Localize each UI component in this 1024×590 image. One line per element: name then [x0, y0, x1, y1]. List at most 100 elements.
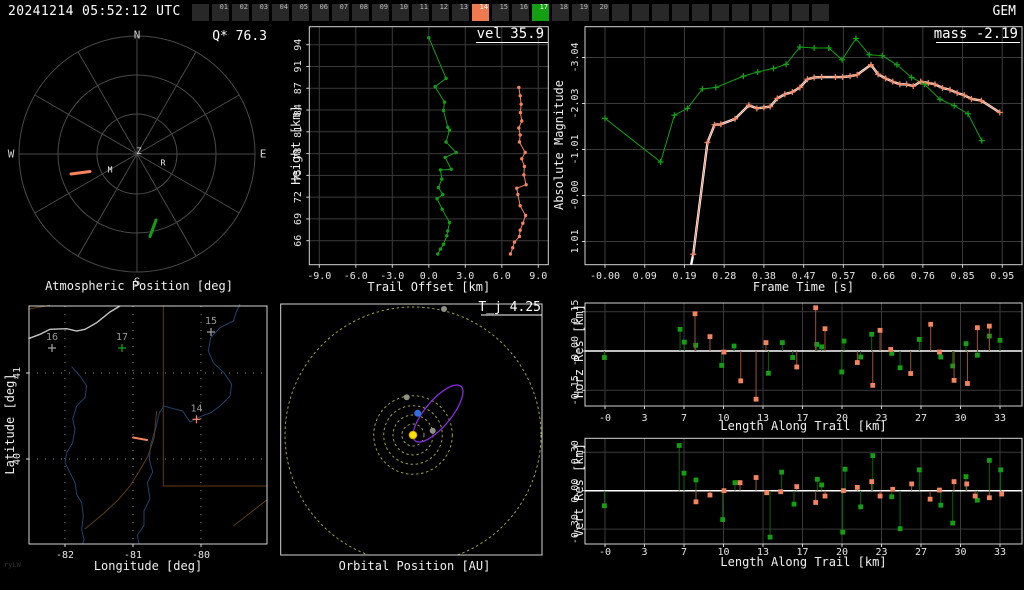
- svg-text:-0.00: -0.00: [590, 271, 620, 282]
- svg-text:0.85: 0.85: [951, 271, 975, 282]
- grid: [582, 26, 1022, 268]
- camera-box-label: 11: [419, 3, 428, 11]
- svg-text:3: 3: [641, 547, 647, 558]
- svg-text:-9.0: -9.0: [307, 271, 331, 282]
- camera-box[interactable]: [712, 4, 729, 21]
- camera-box-17[interactable]: 17: [532, 3, 549, 21]
- svg-text:-0.00: -0.00: [570, 180, 581, 210]
- camera-box[interactable]: [192, 4, 209, 21]
- svg-text:14: 14: [190, 403, 202, 414]
- camera-box[interactable]: [692, 4, 709, 21]
- earth-dot: [414, 409, 422, 417]
- camera-box-label: 16: [519, 3, 528, 11]
- series-fit: [689, 63, 1001, 265]
- svg-text:Trail Offset [km]: Trail Offset [km]: [367, 280, 490, 294]
- camera-box-label: 06: [319, 3, 328, 11]
- camera-box-07[interactable]: 07: [332, 3, 349, 21]
- svg-text:15: 15: [205, 316, 217, 327]
- grid: [582, 438, 1022, 547]
- camera-box-18[interactable]: 18: [552, 3, 569, 21]
- camera-box-03[interactable]: 03: [252, 3, 269, 21]
- svg-text:30: 30: [954, 413, 966, 424]
- camera-box-16[interactable]: 16: [512, 3, 529, 21]
- camera-box-label: 20: [599, 3, 608, 11]
- atmospheric-position-panel: NESW ZMRQ* 76.3Atmospheric Position [deg]: [8, 29, 267, 294]
- station-marker-16: 16: [46, 332, 58, 352]
- camera-box-02[interactable]: 02: [232, 3, 249, 21]
- svg-text:27: 27: [915, 547, 927, 558]
- camera-box-05[interactable]: 05: [292, 3, 309, 21]
- orbit-plot: [284, 306, 542, 555]
- svg-text:N: N: [134, 29, 141, 42]
- camera-box-14[interactable]: 14: [472, 3, 489, 21]
- camera-box-label: 10: [399, 3, 408, 11]
- planet-dot: [429, 427, 436, 434]
- sun-dot: [408, 430, 418, 440]
- camera-box-label: 03: [259, 3, 268, 11]
- camera-box-label: 01: [219, 3, 228, 11]
- camera-box-label: 08: [359, 3, 368, 11]
- camera-box[interactable]: [612, 4, 629, 21]
- camera-box-label: 19: [579, 3, 588, 11]
- camera-box-15[interactable]: 15: [492, 3, 509, 21]
- map-grid: [26, 306, 267, 547]
- track-station-14: [69, 170, 92, 176]
- ground-track-segment: [132, 436, 148, 441]
- camera-box[interactable]: [792, 4, 809, 21]
- track-station-17: [148, 218, 158, 238]
- svg-text:27: 27: [915, 413, 927, 424]
- camera-box-04[interactable]: 04: [272, 3, 289, 21]
- series-station-17: [427, 36, 458, 256]
- top-status-bar: 20241214 05:52:12 UTC 01 02 03 04 05 06 07 08 09…: [0, 0, 1024, 24]
- camera-box-label: 15: [499, 3, 508, 11]
- svg-text:0.76: 0.76: [911, 271, 935, 282]
- camera-box-10[interactable]: 10: [392, 3, 409, 21]
- camera-box-label: 12: [439, 3, 448, 11]
- svg-text:1.01: 1.01: [570, 229, 581, 253]
- grid: [582, 303, 1022, 409]
- orbital-position-panel: T_j 4.25 Orbital Position [AU]: [280, 300, 543, 573]
- svg-text:T_j 4.25: T_j 4.25: [478, 300, 541, 315]
- trail-offset-panel: -9.0 -6.0 -3.0 0.0 3.0 6.0 9.09491878481787572…: [293, 26, 549, 294]
- camera-box[interactable]: [632, 4, 649, 21]
- camera-box-11[interactable]: 11: [412, 3, 429, 21]
- camera-box[interactable]: [752, 4, 769, 21]
- camera-box-08[interactable]: 08: [352, 3, 369, 21]
- magnitude-axis-label: Absolute Magnitude: [552, 79, 566, 211]
- camera-box[interactable]: [652, 4, 669, 21]
- watermark: ryLW: [4, 561, 21, 569]
- svg-text:9.0: 9.0: [529, 271, 547, 282]
- camera-box-06[interactable]: 06: [312, 3, 329, 21]
- svg-text:Length Along Trail [km]: Length Along Trail [km]: [720, 419, 886, 433]
- svg-text:-2.03: -2.03: [570, 88, 581, 118]
- camera-box-label: 09: [379, 3, 388, 11]
- svg-text:vel 35.9: vel 35.9: [477, 26, 544, 42]
- camera-box[interactable]: [732, 4, 749, 21]
- camera-box-12[interactable]: 12: [432, 3, 449, 21]
- series-station-14: [508, 85, 528, 256]
- camera-box-13[interactable]: 13: [452, 3, 469, 21]
- camera-box[interactable]: [672, 4, 689, 21]
- planet-dot: [403, 394, 410, 401]
- light-curve-panel: -0.00 0.09 0.19 0.28 0.38 0.47 0.57 0.66 0.76 0.8…: [570, 26, 1023, 294]
- svg-text:0.28: 0.28: [712, 271, 736, 282]
- camera-box-09[interactable]: 09: [372, 3, 389, 21]
- camera-box-label: 05: [299, 3, 308, 11]
- camera-box-01[interactable]: 01: [212, 3, 229, 21]
- latitude-axis-label: Latitude [deg]: [3, 373, 17, 475]
- camera-box-20[interactable]: 20: [592, 3, 609, 21]
- camera-box-label: 14: [479, 3, 488, 11]
- svg-text:7: 7: [681, 547, 687, 558]
- svg-text:16: 16: [46, 332, 58, 343]
- svg-text:Z: Z: [136, 147, 142, 157]
- svg-text:mass -2.19: mass -2.19: [934, 26, 1018, 42]
- camera-box-label: 18: [559, 3, 568, 11]
- svg-text:30: 30: [954, 547, 966, 558]
- camera-box[interactable]: [812, 4, 829, 21]
- svg-text:Atmospheric Position [deg]: Atmospheric Position [deg]: [45, 279, 233, 293]
- svg-text:7: 7: [681, 413, 687, 424]
- camera-box[interactable]: [772, 4, 789, 21]
- shower-code: GEM: [992, 4, 1016, 19]
- camera-box-19[interactable]: 19: [572, 3, 589, 21]
- grid: [306, 26, 549, 268]
